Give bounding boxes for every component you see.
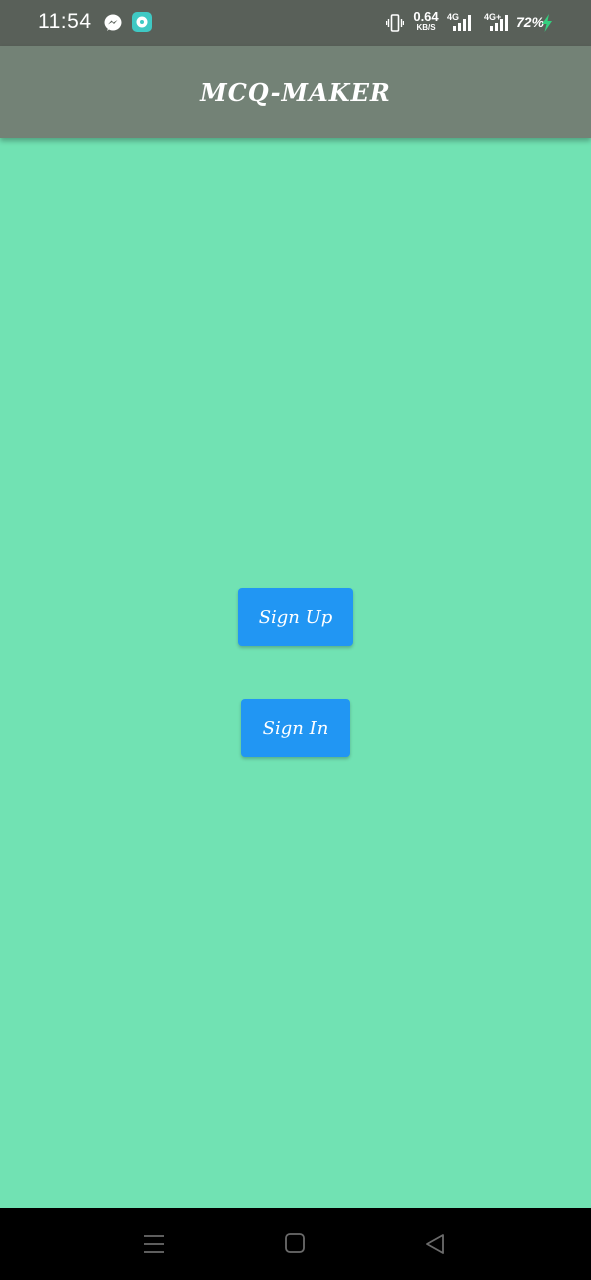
signal-sim2-icon: 4G+ bbox=[484, 12, 508, 31]
charging-bolt-icon bbox=[542, 14, 552, 32]
signal-sim1-icon: 4G bbox=[447, 12, 471, 31]
system-nav-bar bbox=[0, 1208, 591, 1280]
sim2-network-type: 4G+ bbox=[484, 12, 501, 22]
network-speed: 0.64 KB/S bbox=[411, 10, 441, 32]
chat-app-icon bbox=[132, 12, 152, 32]
menu-icon[interactable] bbox=[142, 1232, 166, 1256]
messenger-icon bbox=[104, 14, 122, 31]
main-content: Sign Up Sign In bbox=[0, 138, 591, 1208]
app-bar: MCQ-MAKER bbox=[0, 46, 591, 138]
app-title: MCQ-MAKER bbox=[200, 77, 391, 107]
home-icon[interactable] bbox=[284, 1232, 306, 1254]
sign-up-button[interactable]: Sign Up bbox=[238, 588, 353, 646]
status-bar: 11:54 0.64 KB/S 4G 4G+ 72% bbox=[0, 0, 591, 46]
sign-in-button[interactable]: Sign In bbox=[241, 699, 350, 757]
network-speed-value: 0.64 bbox=[413, 9, 439, 24]
network-speed-unit: KB/S bbox=[416, 23, 436, 32]
back-icon[interactable] bbox=[424, 1232, 446, 1256]
sim1-network-type: 4G bbox=[447, 12, 459, 22]
status-time: 11:54 bbox=[38, 10, 92, 33]
vibrate-icon bbox=[386, 14, 404, 32]
battery-percent: 72% bbox=[516, 14, 545, 30]
